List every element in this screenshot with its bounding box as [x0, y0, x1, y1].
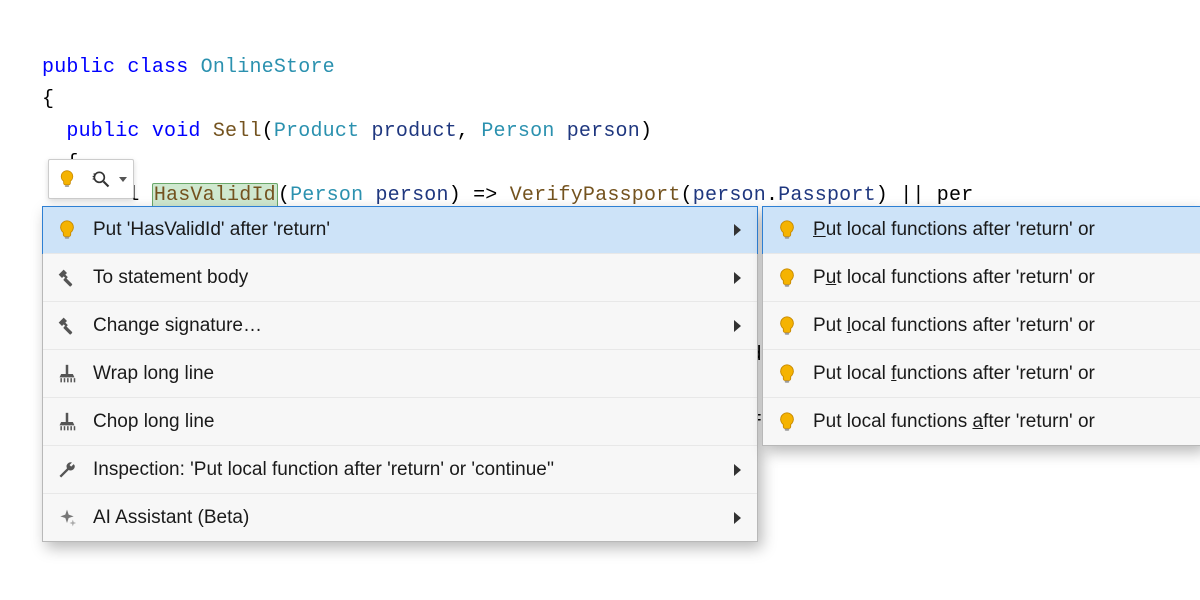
quick-actions-button[interactable] — [48, 159, 134, 199]
submenu-item-label: Put local functions after 'return' or — [813, 267, 1189, 289]
submenu-item[interactable]: Put local functions after 'return' or — [763, 301, 1200, 349]
sparkle-icon — [55, 506, 79, 530]
code-tail: ) || per — [876, 184, 974, 207]
method-call: VerifyPassport — [510, 184, 681, 207]
menu-item-label: Chop long line — [93, 411, 745, 433]
bulb-icon — [775, 314, 799, 338]
menu-item[interactable]: Inspection: 'Put local function after 'r… — [43, 445, 757, 493]
submenu-item[interactable]: Put local functions after 'return' or — [763, 253, 1200, 301]
menu-item[interactable]: Wrap long line — [43, 349, 757, 397]
submenu-item[interactable]: Put local functions after 'return' or — [763, 349, 1200, 397]
bulb-icon — [775, 362, 799, 386]
submenu-item[interactable]: Put local functions after 'return' or — [763, 397, 1200, 445]
highlighted-identifier: HasValidId — [152, 183, 278, 208]
submenu-arrow-icon — [734, 512, 741, 524]
bulb-icon — [775, 266, 799, 290]
keyword: public — [66, 120, 139, 143]
menu-item[interactable]: Put 'HasValidId' after 'return' — [42, 206, 758, 254]
type-name: Person — [481, 120, 554, 143]
keyword: public — [42, 56, 115, 79]
bulb-icon — [775, 410, 799, 434]
menu-item-label: AI Assistant (Beta) — [93, 507, 720, 529]
menu-item[interactable]: To statement body — [43, 253, 757, 301]
submenu-arrow-icon — [734, 224, 741, 236]
menu-item-label: Put 'HasValidId' after 'return' — [93, 219, 720, 241]
keyword: class — [127, 56, 188, 79]
magnifier-icon — [89, 167, 113, 191]
type-name: Product — [274, 120, 359, 143]
menu-item-label: Change signature… — [93, 315, 720, 337]
param: person — [693, 184, 766, 207]
param: person — [567, 120, 640, 143]
method-name: Sell — [213, 120, 262, 143]
menu-item[interactable]: Change signature… — [43, 301, 757, 349]
keyword: void — [152, 120, 201, 143]
menu-item-label: Wrap long line — [93, 363, 745, 385]
menu-item[interactable]: Chop long line — [43, 397, 757, 445]
property: Passport — [778, 184, 876, 207]
broom-icon — [55, 410, 79, 434]
lambda-arrow: => — [461, 184, 510, 207]
hammer-icon — [55, 266, 79, 290]
param: product — [371, 120, 456, 143]
type-name: OnlineStore — [201, 56, 335, 79]
quick-actions-menu: Put 'HasValidId' after 'return' To statem… — [42, 206, 758, 542]
menu-item-label: To statement body — [93, 267, 720, 289]
submenu-item[interactable]: Put local functions after 'return' or — [762, 206, 1200, 254]
bulb-icon — [775, 218, 799, 242]
wrench-icon — [55, 458, 79, 482]
bulb-icon — [55, 218, 79, 242]
menu-item[interactable]: AI Assistant (Beta) — [43, 493, 757, 541]
submenu-arrow-icon — [734, 320, 741, 332]
param: person — [375, 184, 448, 207]
submenu-item-label: Put local functions after 'return' or — [813, 363, 1189, 385]
submenu-arrow-icon — [734, 464, 741, 476]
submenu-item-label: Put local functions after 'return' or — [813, 219, 1189, 241]
submenu-arrow-icon — [734, 272, 741, 284]
hammer-icon — [55, 314, 79, 338]
type-name: Person — [290, 184, 363, 207]
brace: { — [42, 88, 54, 111]
quick-actions-submenu: Put local functions after 'return' or Pu… — [762, 206, 1200, 446]
broom-icon — [55, 362, 79, 386]
menu-item-label: Inspection: 'Put local function after 'r… — [93, 459, 720, 481]
lightbulb-icon — [55, 167, 79, 191]
submenu-item-label: Put local functions after 'return' or — [813, 315, 1189, 337]
submenu-item-label: Put local functions after 'return' or — [813, 411, 1189, 433]
